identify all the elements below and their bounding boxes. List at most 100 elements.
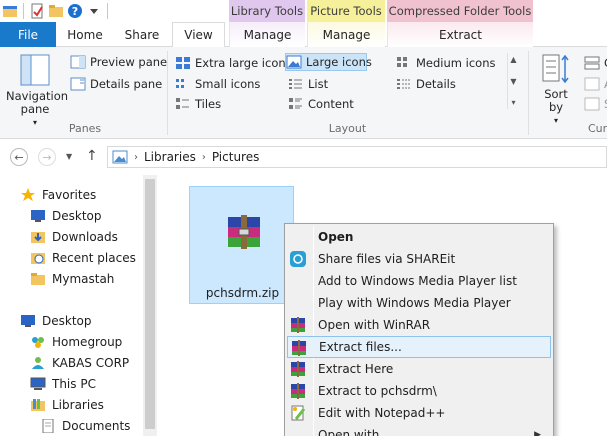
extra-large-icons-icon <box>176 57 190 69</box>
tab-share[interactable]: Share <box>113 22 171 47</box>
menu-item-add-to-wmp-list[interactable]: Add to Windows Media Player list <box>287 270 551 292</box>
qat-separator <box>23 3 24 19</box>
navigation-pane-button[interactable]: Navigation pane ▾ <box>6 53 68 129</box>
nav-item-recent-places[interactable]: Recent places <box>30 248 136 268</box>
size-columns-button[interactable]: Si <box>584 95 607 113</box>
title-bar: ? Library Tools Picture Tools Compressed… <box>0 0 607 22</box>
details-button[interactable]: Details <box>396 75 456 93</box>
tab-picture-manage[interactable]: Manage <box>307 22 385 47</box>
nav-item-favorites[interactable]: Favorites <box>20 185 96 205</box>
menu-item-extract-files[interactable]: Extract files... <box>287 336 551 358</box>
up-button[interactable]: ↑ <box>86 148 98 164</box>
preview-pane-label: Preview pane <box>90 55 168 69</box>
nav-item-downloads[interactable]: Downloads <box>30 227 118 247</box>
menu-item-open-with-winrar[interactable]: Open with WinRAR <box>287 314 551 336</box>
desktop-icon <box>21 315 35 327</box>
small-icons-label: Small icons <box>195 77 261 91</box>
back-button[interactable]: ← <box>10 148 28 166</box>
star-icon <box>21 188 35 201</box>
panes-group-label: Panes <box>68 122 102 135</box>
menu-item-play-with-wmp[interactable]: Play with Windows Media Player <box>287 292 551 314</box>
nav-item-label: KABAS CORP <box>52 356 130 370</box>
nav-item-label: Mymastah <box>52 272 115 286</box>
file-item-selected[interactable]: pchsdrm.zip <box>189 186 294 304</box>
menu-item-edit-with-notepad-plus-plus[interactable]: Edit with Notepad++ <box>287 402 551 424</box>
sort-by-label: Sort by <box>544 87 568 114</box>
details-pane-button[interactable]: Details pane <box>70 75 162 93</box>
menu-item-label: Open <box>318 230 354 244</box>
help-icon[interactable]: ? <box>67 3 83 19</box>
shareit-icon <box>290 251 306 267</box>
picture-tools-header: Picture Tools <box>307 0 385 22</box>
address-bar[interactable]: › Libraries › Pictures <box>107 146 607 168</box>
back-arrow-icon: ← <box>14 150 24 164</box>
menu-item-extract-here[interactable]: Extract Here <box>287 358 551 380</box>
scrollbar-thumb[interactable] <box>145 179 155 429</box>
sort-by-button[interactable]: Sort by ▾ <box>536 53 576 127</box>
tab-file[interactable]: File <box>0 22 56 47</box>
medium-icons-button[interactable]: Medium icons <box>396 54 495 72</box>
small-icons-button[interactable]: Small icons <box>175 75 260 93</box>
chevron-down-icon: ▾ <box>553 116 558 125</box>
menu-item-label: Share files via SHAREit <box>318 252 456 266</box>
submenu-arrow-icon: ▶ <box>534 430 541 436</box>
nav-item-label: Homegroup <box>52 335 123 349</box>
breadcrumb-separator-icon[interactable]: › <box>134 152 138 163</box>
nav-item-mymastah[interactable]: Mymastah <box>30 269 114 289</box>
context-menu: Open Share files via SHAREit Add to Wind… <box>284 223 554 436</box>
nav-item-kabas-corp[interactable]: KABAS CORP <box>30 353 129 373</box>
menu-item-shareit[interactable]: Share files via SHAREit <box>287 248 551 270</box>
tiles-button[interactable]: Tiles <box>175 95 221 113</box>
downloads-icon <box>31 232 45 243</box>
large-icons-button[interactable]: Large icons <box>285 53 372 71</box>
menu-item-extract-to-folder[interactable]: Extract to pchsdrm\ <box>287 380 551 402</box>
medium-icons-icon <box>397 57 407 67</box>
nav-item-desktop-root[interactable]: Desktop <box>20 311 92 331</box>
menu-item-open-with[interactable]: Open with ▶ <box>287 424 551 436</box>
desktop-icon <box>31 210 45 222</box>
new-folder-icon[interactable] <box>48 3 64 19</box>
tab-library-manage[interactable]: Manage <box>229 22 305 47</box>
extra-large-icons-button[interactable]: Extra large icons <box>175 54 292 72</box>
notepad-plus-plus-icon <box>291 405 306 421</box>
large-icons-icon <box>286 55 302 69</box>
nav-item-this-pc[interactable]: This PC <box>30 374 96 394</box>
group-by-button[interactable]: G <box>584 54 607 72</box>
navigation-pane-scrollbar[interactable] <box>143 175 157 436</box>
tab-extract[interactable]: Extract <box>387 22 533 47</box>
menu-item-label: Extract Here <box>318 362 394 376</box>
properties-icon[interactable] <box>29 3 45 19</box>
nav-item-documents[interactable]: Documents <box>40 416 130 436</box>
scroll-down-icon[interactable]: ▼ <box>510 77 516 86</box>
menu-item-open[interactable]: Open <box>287 226 551 248</box>
details-pane-label: Details pane <box>90 77 163 91</box>
content-button[interactable]: Content <box>288 95 354 113</box>
nav-item-desktop[interactable]: Desktop <box>30 206 102 226</box>
list-icon <box>289 79 302 89</box>
tab-home[interactable]: Home <box>57 22 113 47</box>
gallery-expand-icon[interactable]: ▾ <box>511 98 515 107</box>
compressed-folder-tools-header: Compressed Folder Tools <box>387 0 533 22</box>
group-separator <box>528 51 529 135</box>
nav-item-libraries[interactable]: Libraries <box>30 395 104 415</box>
preview-pane-button[interactable]: Preview pane <box>70 53 167 71</box>
breadcrumb-libraries[interactable]: Libraries <box>144 150 196 164</box>
tiles-icon <box>176 98 189 109</box>
file-name: pchsdrm.zip <box>205 286 280 300</box>
explorer-icon[interactable] <box>2 3 18 19</box>
sort-by-icon <box>542 54 569 84</box>
tab-view[interactable]: View <box>172 22 225 48</box>
breadcrumb-pictures[interactable]: Pictures <box>212 150 260 164</box>
breadcrumb-separator-icon[interactable]: › <box>202 152 206 163</box>
nav-item-homegroup[interactable]: Homegroup <box>30 332 122 352</box>
nav-item-label: This PC <box>52 377 96 391</box>
recent-locations-dropdown[interactable]: ▼ <box>66 152 72 161</box>
navigation-bar: ← → ▼ ↑ › Libraries › Pictures <box>0 140 607 174</box>
list-button[interactable]: List <box>288 75 328 93</box>
add-columns-button[interactable]: Ad <box>584 75 607 93</box>
layout-gallery-scroll[interactable]: ▲ ▼ ▾ <box>507 53 519 109</box>
forward-button[interactable]: → <box>38 148 56 166</box>
customize-qat-icon[interactable] <box>86 3 102 19</box>
medium-icons-label: Medium icons <box>416 56 496 70</box>
scroll-up-icon[interactable]: ▲ <box>510 55 516 64</box>
